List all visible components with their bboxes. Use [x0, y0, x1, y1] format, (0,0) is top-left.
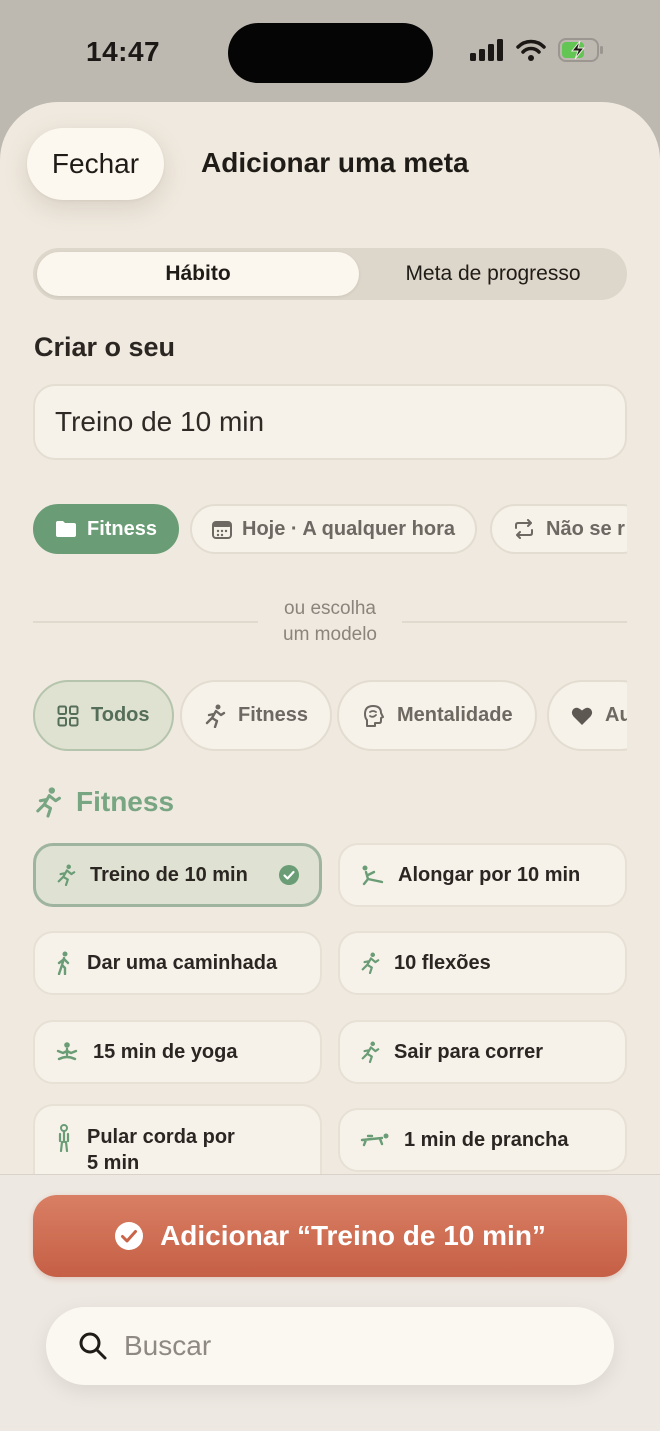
battery-icon [558, 38, 603, 62]
wifi-icon [516, 39, 546, 61]
runner-icon [205, 704, 226, 728]
sheet-title: Adicionar uma meta [201, 147, 469, 178]
filter-fitness-label: Fitness [238, 704, 309, 726]
jump-rope-icon [58, 1124, 70, 1152]
search-input[interactable] [124, 1330, 544, 1362]
filter-mindset[interactable]: Mentalidade [337, 680, 537, 751]
calendar-icon [212, 521, 232, 539]
repeat-chip[interactable]: Não se r [490, 504, 627, 554]
segment-habit[interactable]: Hábito [37, 252, 359, 296]
template-label: Sair para correr [394, 1041, 543, 1063]
runner-icon [361, 952, 380, 974]
template-10-min-workout[interactable]: Treino de 10 min [33, 843, 322, 907]
divider-text-line1: ou escolha [284, 598, 376, 619]
category-chip-label: Fitness [87, 517, 158, 540]
status-time: 14:47 [86, 36, 161, 67]
bottom-action-panel: Adicionar “Treino de 10 min” [0, 1174, 660, 1431]
grid-icon [57, 705, 79, 726]
template-filters-row: Todos Fitness Mentalidade Au [33, 679, 627, 752]
filter-all-label: Todos [91, 704, 150, 726]
brain-icon [364, 704, 384, 727]
divider-text: ou escolha um modelo [258, 596, 402, 648]
template-label: 10 flexões [394, 952, 491, 974]
template-label: 1 min de prancha [404, 1129, 569, 1151]
repeat-chip-label: Não se r [546, 517, 625, 540]
add-goal-button-label: Adicionar “Treino de 10 min” [160, 1220, 546, 1251]
status-bar: 14:47 [0, 0, 660, 100]
stretch-icon [362, 865, 384, 886]
category-heading: Fitness [34, 786, 174, 818]
search-icon [79, 1332, 107, 1360]
close-button[interactable]: Fechar [27, 128, 164, 200]
status-icons [470, 38, 604, 62]
template-stretch[interactable]: Alongar por 10 min [338, 843, 627, 907]
schedule-chip-label: Hoje · A qualquer hora [242, 517, 455, 540]
filter-self-care[interactable]: Au [547, 680, 627, 751]
category-chip[interactable]: Fitness [33, 504, 180, 554]
template-run[interactable]: Sair para correr [338, 1020, 627, 1084]
template-label: Treino de 10 min [90, 864, 248, 886]
create-section-title: Criar o seu [34, 332, 176, 362]
template-walk[interactable]: Dar uma caminhada [33, 931, 322, 995]
runner-icon [57, 864, 76, 886]
dynamic-island [228, 23, 433, 83]
filter-all[interactable]: Todos [33, 680, 174, 751]
segment-progress-goal[interactable]: Meta de progresso [363, 252, 623, 296]
checkmark-circle-icon [279, 865, 299, 885]
template-label: 15 min de yoga [93, 1041, 238, 1063]
search-bar[interactable] [46, 1307, 614, 1385]
divider-left [33, 621, 258, 623]
heart-icon [571, 707, 593, 725]
filter-mindset-label: Mentalidade [397, 704, 513, 726]
template-yoga[interactable]: 15 min de yoga [33, 1020, 322, 1084]
template-label: Alongar por 10 min [398, 864, 581, 886]
template-label: Dar uma caminhada [87, 952, 278, 974]
template-pushups[interactable]: 10 flexões [338, 931, 627, 995]
goal-options-row: Fitness Hoje · A qualquer hora Não se r [33, 504, 627, 554]
runner-icon [36, 787, 61, 818]
plank-icon [360, 1133, 389, 1147]
schedule-chip[interactable]: Hoje · A qualquer hora [190, 504, 477, 554]
repeat-icon [515, 519, 533, 539]
runner-icon [361, 1041, 380, 1063]
add-goal-button[interactable]: Adicionar “Treino de 10 min” [33, 1195, 627, 1277]
walking-icon [57, 951, 70, 975]
add-goal-sheet: Fechar Adicionar uma meta Hábito Meta de… [0, 102, 660, 1431]
divider-text-line2: um modelo [283, 624, 377, 645]
template-label: Pular corda por 5 min [87, 1126, 235, 1174]
signal-icon [470, 39, 503, 61]
goal-type-segmented-control: Hábito Meta de progresso [33, 248, 627, 300]
template-plank[interactable]: 1 min de prancha [338, 1108, 627, 1172]
category-heading-label: Fitness [76, 786, 175, 817]
filter-self-care-label: Au [605, 704, 627, 726]
checkmark-circle-icon [115, 1222, 144, 1250]
folder-icon [56, 521, 76, 537]
yoga-icon [56, 1042, 78, 1061]
filter-fitness[interactable]: Fitness [180, 680, 333, 751]
divider-right [402, 621, 627, 623]
goal-name-input[interactable] [33, 384, 627, 460]
